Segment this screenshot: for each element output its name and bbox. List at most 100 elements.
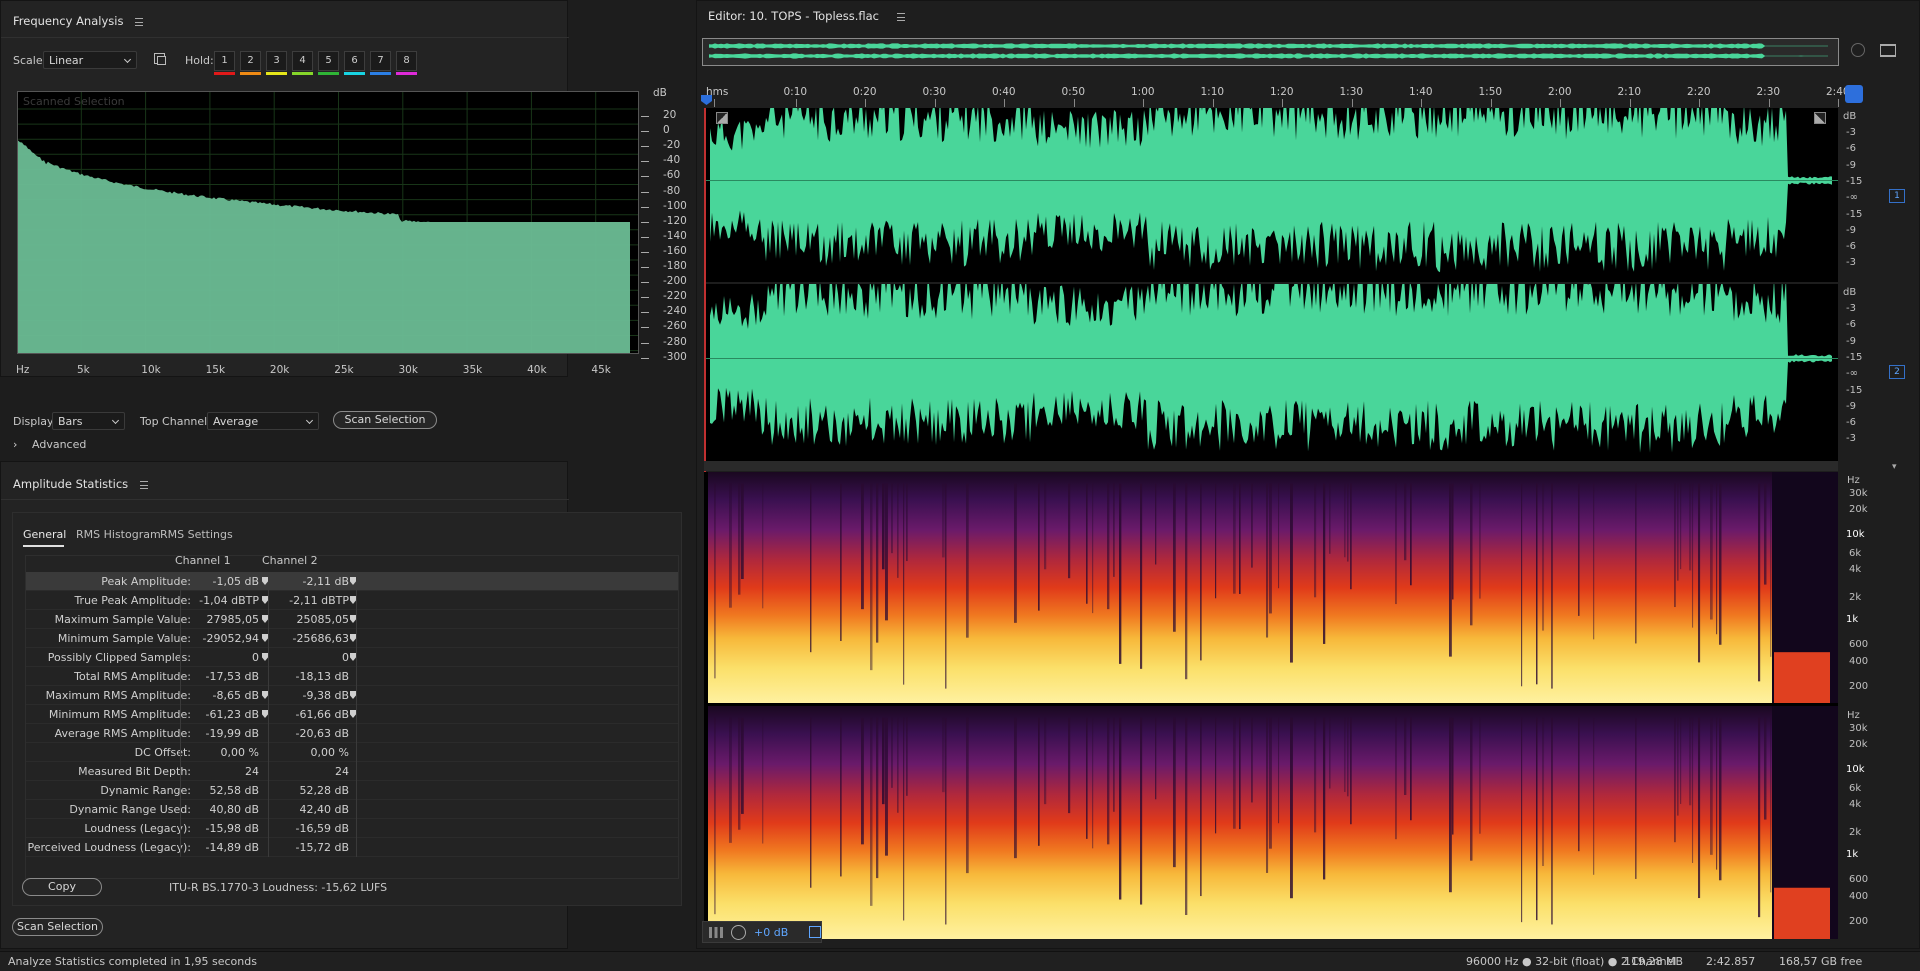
hold-button-4[interactable]: 4: [292, 51, 313, 75]
hold-button-5[interactable]: 5: [318, 51, 339, 75]
col-divider: [356, 724, 357, 743]
hold-button-8[interactable]: 8: [396, 51, 417, 75]
hold-button-6[interactable]: 6: [344, 51, 365, 75]
x-tick-label: 20k: [269, 364, 290, 376]
time-ruler[interactable]: hms 0:10 0:20 0:30 0:40 0:50 1:00 1:10 1:20 1:30 1…: [704, 82, 1850, 108]
chevron-right-icon[interactable]: ›: [13, 438, 17, 451]
top-channel-label: Top Channel:: [140, 415, 211, 428]
stats-scan-selection-button[interactable]: Scan Selection: [12, 918, 103, 936]
spectral-band: [966, 483, 969, 638]
spectral-band: [876, 717, 879, 879]
db-tick-label: -3: [1846, 303, 1856, 314]
spectral-band: [1677, 483, 1679, 581]
spectral-band: [1404, 483, 1407, 561]
spectral-band: [1092, 717, 1094, 849]
spectral-band: [1113, 483, 1115, 577]
channel-badge[interactable]: 2: [1889, 365, 1905, 379]
time-tick-label: 1:40: [1409, 86, 1433, 98]
spectrogram-channel-1[interactable]: [704, 472, 1838, 703]
spectrogram-channel-2[interactable]: [704, 706, 1838, 939]
channel-badge[interactable]: 1: [1889, 189, 1905, 203]
panel-layout-icon[interactable]: [1880, 44, 1896, 57]
chevron-down-icon[interactable]: ▾: [1892, 462, 1897, 472]
hold-color-swatch: [370, 72, 391, 75]
spectral-band: [1710, 483, 1713, 620]
x-tick-label: Hz: [16, 364, 30, 376]
spectral-band: [1068, 717, 1071, 814]
spectral-band: [1551, 483, 1553, 689]
time-tick-mark: [795, 99, 797, 107]
time-tick-mark: [714, 99, 715, 107]
tab-rms-histogram[interactable]: RMS Histogram: [76, 528, 161, 541]
spectral-band: [1269, 483, 1272, 614]
waveform-channel-1[interactable]: [704, 108, 1838, 281]
spectral-band: [1278, 483, 1280, 589]
y-tick-label: -260: [663, 320, 687, 333]
spectral-band: [903, 483, 905, 685]
copy-button[interactable]: Copy: [22, 878, 102, 896]
stat-value-ch1: 40,80 dB: [209, 803, 259, 816]
time-tick-label: 2:00: [1548, 86, 1572, 98]
spectral-view[interactable]: [704, 472, 1838, 939]
time-tick-mark: [1143, 99, 1144, 107]
hold-color-swatch: [214, 72, 235, 75]
time-tick-mark: [1699, 99, 1700, 107]
stat-label: Loudness (Legacy):: [84, 822, 191, 835]
y-tick-label: -220: [663, 290, 687, 303]
stat-value-ch2: -9,38 dB: [302, 689, 350, 702]
scale-dropdown[interactable]: Linear: [43, 51, 137, 69]
stats-row: True Peak Amplitude: -1,04 dBTP -2,11 dBTP: [26, 591, 678, 610]
spectral-band: [1716, 717, 1718, 870]
spectral-band: [1470, 483, 1473, 626]
tab-rms-settings[interactable]: RMS Settings: [160, 528, 233, 541]
spectral-band: [1452, 483, 1454, 600]
fade-out-handle-icon[interactable]: [1814, 112, 1826, 124]
spectral-band: [882, 717, 885, 805]
stat-value-ch2: -61,66 dB: [295, 708, 350, 721]
fade-in-handle-icon[interactable]: [716, 112, 728, 124]
spectral-band: [1044, 717, 1047, 805]
panel-menu-icon[interactable]: [139, 480, 148, 489]
view-splitter[interactable]: [704, 461, 1838, 471]
y-tick-mark: [641, 342, 649, 344]
duration: 2:42.857: [1706, 955, 1756, 968]
hold-button-7[interactable]: 7: [370, 51, 391, 75]
spectral-band: [1344, 483, 1346, 558]
stats-row: Measured Bit Depth: 24 24: [26, 762, 678, 781]
active-tab-underline: [23, 545, 64, 547]
overview-wave: [709, 43, 1828, 49]
display-label: Display:: [13, 415, 57, 428]
spectral-band: [1692, 483, 1694, 628]
spectral-band: [942, 717, 945, 793]
col-divider: [180, 629, 181, 648]
hold-button-2[interactable]: 2: [240, 51, 261, 75]
spectral-band: [741, 483, 744, 579]
scan-selection-button[interactable]: Scan Selection: [333, 411, 437, 429]
time-tick-mark: [1073, 99, 1075, 107]
editor-menu-icon[interactable]: [896, 12, 905, 21]
top-channel-dropdown[interactable]: Average: [207, 412, 319, 430]
display-dropdown[interactable]: Bars: [52, 412, 125, 430]
volume-knob-icon[interactable]: [731, 925, 746, 940]
hold-color-swatch: [318, 72, 339, 75]
hold-button-1[interactable]: 1: [214, 51, 235, 75]
time-tick-mark: [1212, 99, 1214, 107]
waveform-channel-2[interactable]: [704, 284, 1838, 461]
panel-menu-icon[interactable]: [135, 17, 144, 26]
hold-button-3[interactable]: 3: [266, 51, 287, 75]
waveform-view[interactable]: [704, 108, 1838, 461]
tab-general[interactable]: General: [23, 528, 66, 541]
status-bar: Analyze Statistics completed in 1,95 sec…: [0, 951, 1920, 971]
zoom-icon[interactable]: [1851, 43, 1865, 57]
overview-navigator[interactable]: [702, 38, 1839, 66]
spectral-band: [1140, 717, 1143, 905]
stat-label: Possibly Clipped Samples:: [47, 651, 191, 664]
copy-window-icon[interactable]: [154, 53, 166, 65]
pin-icon[interactable]: [809, 926, 821, 938]
advanced-toggle[interactable]: Advanced: [32, 438, 86, 451]
spectral-band: [1347, 717, 1349, 797]
col-divider: [180, 648, 181, 667]
col-divider: [356, 819, 357, 838]
gain-value[interactable]: +0 dB: [754, 926, 788, 939]
headphones-icon[interactable]: [1845, 85, 1863, 103]
